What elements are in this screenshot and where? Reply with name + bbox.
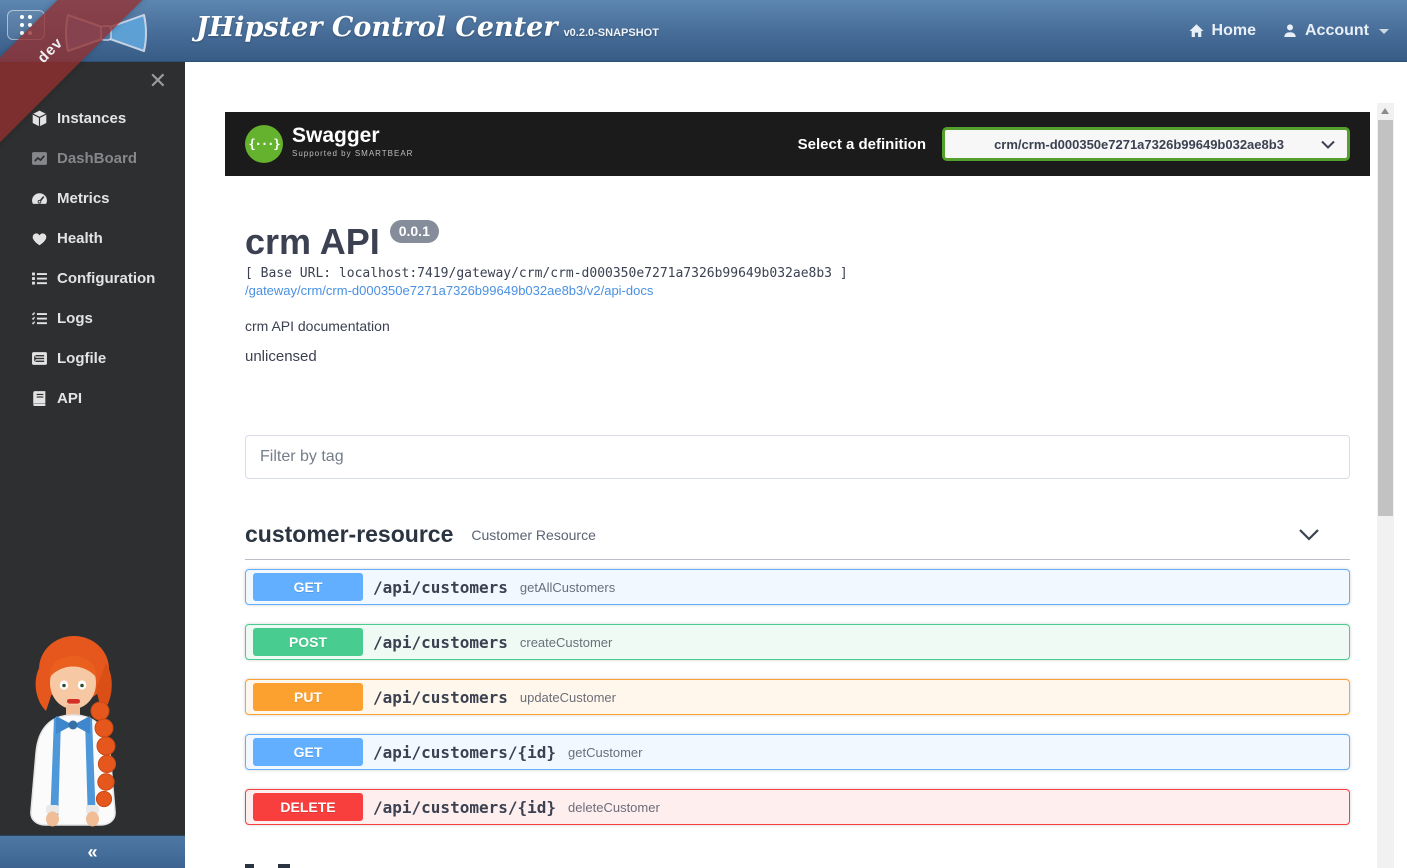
main-content: {···} Swagger Supported by SMARTBEAR Sel…	[185, 62, 1407, 868]
api-license: unlicensed	[245, 348, 317, 365]
tag-description: Customer Resource	[471, 527, 596, 543]
sidebar-item-label: Health	[57, 230, 103, 247]
list-icon	[30, 270, 48, 287]
sidebar-item-api[interactable]: API	[0, 378, 185, 418]
tasks-icon	[30, 310, 48, 327]
operation-row[interactable]: PUT /api/customers updateCustomer	[245, 679, 1350, 715]
chevron-down-icon	[1379, 29, 1389, 34]
definition-select-value: crm/crm-d000350e7271a7326b99649b032ae8b3	[957, 137, 1321, 152]
operation-row[interactable]: DELETE /api/customers/{id} deleteCustome…	[245, 789, 1350, 825]
swagger-topbar: {···} Swagger Supported by SMARTBEAR Sel…	[225, 112, 1370, 176]
method-badge: PUT	[253, 683, 363, 711]
api-base-url: [ Base URL: localhost:7419/gateway/crm/c…	[245, 266, 848, 281]
operation-id: createCustomer	[520, 635, 612, 650]
sidebar-item-label: DashBoard	[57, 150, 137, 167]
jhipster-bowtie-logo	[62, 10, 150, 56]
operation-row[interactable]: GET /api/customers/{id} getCustomer	[245, 734, 1350, 770]
book-icon	[30, 390, 48, 407]
sidebar-item-label: API	[57, 390, 82, 407]
operation-path: /api/customers/{id}	[373, 798, 556, 817]
operation-path: /api/customers	[373, 633, 508, 652]
tag-name: customer-resource	[245, 521, 453, 548]
swagger-logo: {···} Swagger Supported by SMARTBEAR	[245, 125, 413, 163]
method-badge: POST	[253, 628, 363, 656]
sidebar-item-logfile[interactable]: Logfile	[0, 338, 185, 378]
app-version: v0.2.0-SNAPSHOT	[564, 27, 659, 39]
file-list-icon	[30, 350, 48, 367]
jhipster-mascot	[12, 633, 142, 833]
chevron-down-icon	[1321, 140, 1335, 149]
swagger-logo-icon: {···}	[245, 125, 283, 163]
operation-row[interactable]: GET /api/customers getAllCustomers	[245, 569, 1350, 605]
sidebar-item-configuration[interactable]: Configuration	[0, 258, 185, 298]
filter-by-tag-input[interactable]	[245, 435, 1350, 479]
apps-grid-button[interactable]	[7, 10, 45, 40]
sidebar-item-label: Instances	[57, 110, 126, 127]
api-description: crm API documentation	[245, 318, 390, 334]
swagger-logo-subtext: Supported by SMARTBEAR	[292, 149, 413, 158]
app-title: JHipster Control Center v0.2.0-SNAPSHOT	[196, 12, 659, 43]
tag-section-header[interactable]: customer-resource Customer Resource	[245, 510, 1350, 560]
method-badge: DELETE	[253, 793, 363, 821]
sidebar: ✕ Instances DashBoard Metrics Health Con…	[0, 62, 185, 835]
sidebar-menu: Instances DashBoard Metrics Health Confi…	[0, 98, 185, 418]
sidebar-item-instances[interactable]: Instances	[0, 98, 185, 138]
scrollbar-thumb[interactable]	[1378, 120, 1393, 516]
sidebar-item-label: Logfile	[57, 350, 106, 367]
operation-path: /api/customers	[373, 578, 508, 597]
collapse-icon: «	[87, 842, 97, 863]
app-title-text: JHipster Control Center	[196, 12, 558, 43]
sidebar-item-label: Logs	[57, 310, 93, 327]
user-icon	[1282, 23, 1298, 39]
api-version-badge: 0.0.1	[390, 220, 439, 243]
gauge-icon	[30, 190, 48, 207]
operation-row[interactable]: POST /api/customers createCustomer	[245, 624, 1350, 660]
sidebar-item-health[interactable]: Health	[0, 218, 185, 258]
app-header: JHipster Control Center v0.2.0-SNAPSHOT H…	[0, 0, 1407, 62]
close-icon[interactable]: ✕	[149, 68, 167, 94]
operation-path: /api/customers	[373, 688, 508, 707]
sidebar-item-logs[interactable]: Logs	[0, 298, 185, 338]
method-badge: GET	[253, 573, 363, 601]
operations-list: GET /api/customers getAllCustomers POST …	[245, 569, 1350, 844]
scrollbar-up-arrow[interactable]	[1381, 108, 1389, 114]
cube-icon	[30, 110, 48, 127]
nav-home[interactable]: Home	[1188, 22, 1256, 40]
heart-icon	[30, 230, 48, 247]
definition-select[interactable]: crm/crm-d000350e7271a7326b99649b032ae8b3	[942, 127, 1350, 161]
operation-id: deleteCustomer	[568, 800, 660, 815]
api-docs-link[interactable]: /gateway/crm/crm-d000350e7271a7326b99649…	[245, 283, 653, 298]
sidebar-collapse-button[interactable]: «	[0, 835, 185, 868]
next-section-peek	[245, 862, 445, 868]
swagger-logo-text: Swagger	[292, 125, 413, 147]
chevron-down-icon[interactable]	[1298, 528, 1320, 542]
sidebar-item-metrics[interactable]: Metrics	[0, 178, 185, 218]
home-icon	[1188, 23, 1205, 39]
operation-id: getCustomer	[568, 745, 642, 760]
nav-account[interactable]: Account	[1282, 22, 1389, 40]
scrollbar	[1377, 103, 1394, 868]
grid-icon	[20, 15, 32, 35]
header-nav: Home Account	[1188, 0, 1389, 62]
method-badge: GET	[253, 738, 363, 766]
operation-path: /api/customers/{id}	[373, 743, 556, 762]
sidebar-item-dashboard[interactable]: DashBoard	[0, 138, 185, 178]
chart-icon	[30, 150, 48, 167]
select-definition-label: Select a definition	[798, 136, 926, 153]
sidebar-item-label: Metrics	[57, 190, 110, 207]
operation-id: updateCustomer	[520, 690, 616, 705]
operation-id: getAllCustomers	[520, 580, 615, 595]
sidebar-item-label: Configuration	[57, 270, 155, 287]
api-title: crm API0.0.1	[245, 220, 439, 263]
